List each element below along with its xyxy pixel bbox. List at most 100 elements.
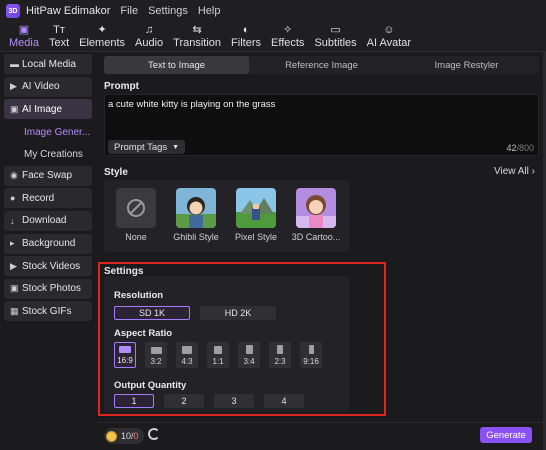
toolbar-tab-subtitles[interactable]: ▭ Subtitles (309, 21, 361, 51)
sidebar-item-label: Background (22, 238, 76, 250)
prompt-input[interactable]: a cute white kitty is playing on the gra… (104, 94, 539, 156)
effects-icon: ✧ (283, 24, 293, 36)
sidebar-item-background[interactable]: ▸ Background (4, 233, 92, 254)
sidebar-item-record[interactable]: ● Record (4, 188, 92, 209)
sidebar-item-label: AI Video (22, 81, 60, 93)
style-name: Pixel Style (234, 232, 278, 242)
toolbar-tab-text[interactable]: Tт Text (44, 21, 74, 51)
chevron-right-icon: › (531, 166, 535, 177)
subtitles-icon: ▭ (330, 24, 341, 36)
sidebar-item-label: Record (22, 192, 55, 204)
menu-file[interactable]: File (120, 5, 138, 17)
style-option-ghibli[interactable]: Ghibli Style (173, 188, 219, 242)
style-name: Ghibli Style (173, 232, 219, 242)
mode-tabs: Text to Image Reference Image Image Restyl… (104, 56, 539, 74)
toolbar-tab-media[interactable]: ▣ Media (4, 21, 44, 51)
folder-icon: ▬ (10, 59, 19, 69)
ai-image-icon: ▣ (10, 103, 19, 114)
app-logo-text: 3D (8, 7, 18, 15)
sidebar-subitem-image-generator[interactable]: Image Gener... (4, 122, 94, 144)
prompt-text: a cute white kitty is playing on the gra… (108, 99, 276, 110)
char-count: 42 (506, 143, 517, 153)
footer-bar: 10/0 Generate (98, 422, 546, 450)
tab-text-to-image[interactable]: Text to Image (104, 56, 249, 74)
view-all-label: View All (494, 166, 529, 177)
credits-badge: 10/0 (104, 428, 144, 444)
main-panel: Text to Image Reference Image Image Restyl… (98, 52, 546, 450)
toolbar-tab-label: Media (9, 37, 39, 49)
prompt-heading: Prompt (104, 81, 139, 92)
refresh-icon[interactable] (148, 428, 160, 440)
style-option-pixel[interactable]: Pixel Style (234, 188, 278, 242)
toolbar-tab-elements[interactable]: ✦ Elements (74, 21, 130, 51)
style-name: 3D Cartoo... (291, 232, 341, 242)
record-icon: ● (10, 193, 16, 204)
sidebar-item-ai-image[interactable]: ▣ AI Image (4, 99, 92, 120)
toolbar-tab-label: Elements (79, 37, 126, 49)
sidebar-item-label: AI Image (22, 103, 63, 115)
media-icon: ▣ (18, 24, 30, 36)
prompt-tags-button[interactable]: Prompt Tags ▼ (108, 140, 186, 154)
menu-help[interactable]: Help (198, 5, 221, 17)
title-bar: 3D HitPaw Edimakor File Settings Help (0, 0, 546, 22)
sidebar-item-stock-videos[interactable]: ▶ Stock Videos (4, 256, 92, 277)
char-max: /800 (516, 143, 534, 153)
ghibli-style-thumbnail (176, 188, 216, 228)
style-heading: Style (104, 167, 128, 178)
menu-settings[interactable]: Settings (148, 5, 188, 17)
view-all-link[interactable]: View All › (494, 166, 535, 177)
ai-avatar-icon: ☺ (383, 24, 395, 36)
sidebar-item-stock-photos[interactable]: ▣ Stock Photos (4, 278, 92, 299)
pixel-style-thumbnail (236, 188, 276, 228)
sidebar-item-label: Face Swap (22, 170, 73, 182)
sidebar-item-label: Local Media (22, 58, 76, 70)
prompt-tags-label: Prompt Tags (114, 141, 168, 153)
stock-videos-icon: ▶ (10, 260, 17, 271)
ai-video-icon: ▶ (10, 81, 17, 92)
toolbar-tab-label: Subtitles (314, 37, 357, 49)
generate-button[interactable]: Generate (480, 427, 532, 443)
3d-cartoon-style-thumbnail (296, 188, 336, 228)
toolbar-tab-label: Transition (173, 37, 222, 49)
toolbar-tab-label: Effects (271, 37, 305, 49)
sidebar-item-stock-gifs[interactable]: ▦ Stock GIFs (4, 301, 92, 322)
sidebar-item-label: Stock GIFs (22, 305, 72, 317)
background-icon: ▸ (10, 238, 15, 249)
elements-icon: ✦ (97, 24, 107, 36)
stock-gifs-icon: ▦ (10, 305, 19, 316)
filters-icon: ◐ (242, 24, 250, 36)
style-option-none[interactable]: None (116, 188, 156, 242)
download-icon: ↓ (10, 215, 15, 226)
app-logo: 3D (6, 4, 20, 18)
sidebar-item-ai-video[interactable]: ▶ AI Video (4, 76, 92, 97)
credits-used: 10 (121, 431, 132, 441)
tab-image-restyler[interactable]: Image Restyler (394, 56, 539, 74)
sidebar-item-label: Stock Videos (22, 260, 81, 272)
toolbar-tab-filters[interactable]: ◐ Filters (226, 21, 266, 51)
style-panel: None Ghibli Style Pixel Style 3D Cartoo.… (104, 180, 349, 252)
toolbar-tab-label: AI Avatar (366, 37, 412, 49)
face-swap-icon: ◉ (10, 170, 18, 181)
none-icon (116, 188, 156, 228)
transition-icon: ⇆ (192, 24, 202, 36)
toolbar-tab-ai-avatar[interactable]: ☺ AI Avatar (362, 21, 416, 51)
sidebar-item-face-swap[interactable]: ◉ Face Swap (4, 165, 92, 186)
sidebar-item-local-media[interactable]: ▬ Local Media (4, 54, 92, 74)
toolbar-tab-audio[interactable]: ♫ Audio (130, 21, 168, 51)
caret-down-icon: ▼ (172, 143, 180, 151)
sidebar-item-download[interactable]: ↓ Download (4, 210, 92, 231)
text-icon: Tт (53, 24, 65, 36)
sidebar-subitem-my-creations[interactable]: My Creations (4, 144, 94, 166)
style-name: None (125, 232, 147, 242)
toolbar-tab-transition[interactable]: ⇆ Transition (168, 21, 226, 51)
toolbar-tab-effects[interactable]: ✧ Effects (266, 21, 309, 51)
sidebar-item-label: Stock Photos (22, 283, 81, 295)
toolbar-tab-label: Text (48, 37, 70, 49)
style-option-3d-cartoon[interactable]: 3D Cartoo... (292, 188, 340, 242)
toolbar-tab-label: Filters (231, 37, 261, 49)
tab-reference-image[interactable]: Reference Image (249, 56, 394, 74)
highlight-annotation-box (98, 262, 386, 416)
coin-icon (106, 430, 117, 442)
sidebar-item-label: Download (22, 215, 67, 227)
sidebar: ▬ Local Media ▶ AI Video ▣ AI Image Image Gene… (4, 54, 94, 450)
